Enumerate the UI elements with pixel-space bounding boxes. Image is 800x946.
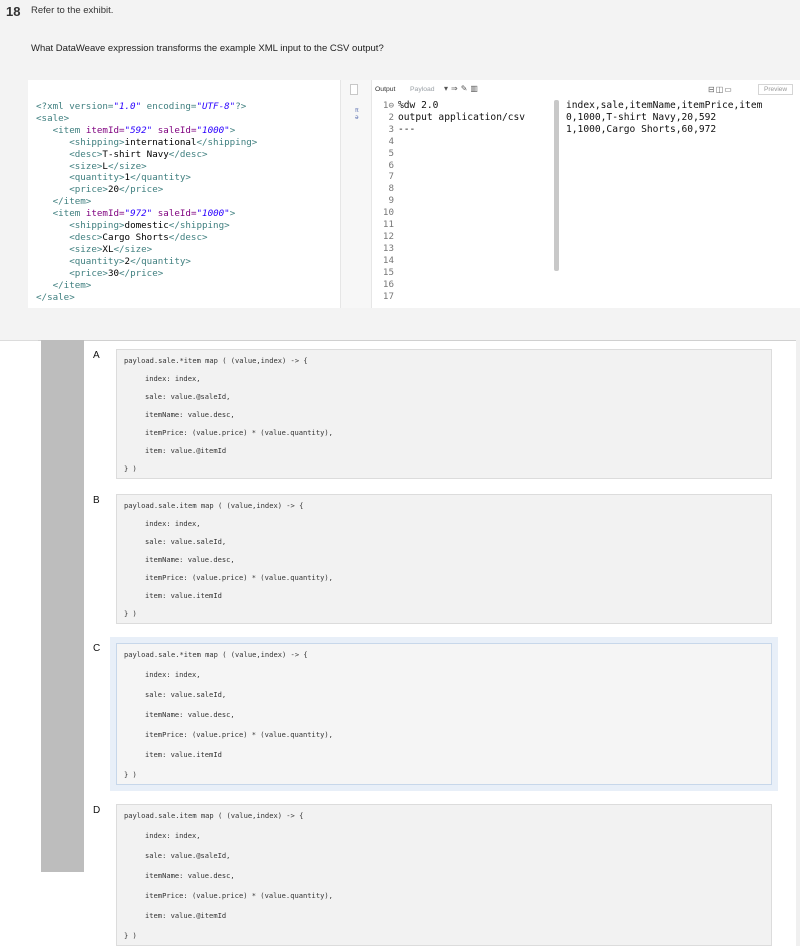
option-code-line: } ) — [124, 770, 137, 779]
preview-button[interactable]: Preview — [758, 84, 794, 95]
line-numbers: 1⊖ 2 3 4 5 6 7 8 9 10 11 12 13 14 15 16 … — [382, 100, 394, 302]
option-code-line: payload.sale.*item map ( (value,index) -… — [124, 356, 308, 365]
option-code-line: item: value.itemId — [145, 591, 222, 600]
option-code-line: itemPrice: (value.price) * (value.quanti… — [145, 573, 333, 582]
option-c-code-box[interactable]: payload.sale.*item map ( (value,index) -… — [116, 643, 772, 785]
option-code-line: sale: value.@saleId, — [145, 851, 231, 860]
option-b-code-box[interactable]: payload.sale.item map ( (value,index) ->… — [116, 494, 772, 624]
option-code-line: index: index, — [145, 519, 201, 528]
option-letter-b[interactable]: B — [93, 495, 100, 506]
answer-options: Apayload.sale.*item map ( (value,index) … — [38, 340, 800, 946]
question-refer-text: Refer to the exhibit. — [31, 5, 114, 16]
layout-columns-icon[interactable]: ◫ — [716, 85, 725, 94]
option-code-line: item: value.itemId — [145, 750, 222, 759]
option-code-line: itemName: value.desc, — [145, 555, 235, 564]
option-code-line: payload.sale.item map ( (value,index) ->… — [124, 811, 304, 820]
option-code-line: } ) — [124, 931, 137, 940]
option-code-line: itemPrice: (value.price) * (value.quanti… — [145, 730, 333, 739]
pane-toggle-icon[interactable] — [350, 84, 358, 95]
trash-icon[interactable]: ▥ — [470, 84, 481, 93]
option-letter-a[interactable]: A — [93, 350, 100, 361]
question-number: 18 — [6, 4, 21, 19]
option-code-line: payload.sale.item map ( (value,index) ->… — [124, 501, 304, 510]
payload-tab[interactable]: Payload — [410, 86, 435, 93]
option-letter-d[interactable]: D — [93, 805, 100, 816]
option-code-line: sale: value.@saleId, — [145, 392, 231, 401]
pi-marker-icon: πə — [355, 107, 359, 121]
dropdown-arrow-icon[interactable]: ▾ — [444, 84, 451, 93]
editor-header: Output Payload ▾⇒✎▥ ⊟◫▭ Preview — [370, 82, 800, 98]
dataweave-code[interactable]: %dw 2.0 output application/csv --- — [398, 100, 525, 136]
option-code-line: itemName: value.desc, — [145, 710, 235, 719]
option-code-line: itemPrice: (value.price) * (value.quanti… — [145, 891, 333, 900]
option-code-line: payload.sale.*item map ( (value,index) -… — [124, 650, 308, 659]
option-code-line: item: value.@itemId — [145, 446, 227, 455]
option-code-line: index: index, — [145, 670, 201, 679]
option-code-line: } ) — [124, 609, 137, 618]
option-code-line: item: value.@itemId — [145, 911, 227, 920]
exhibit: <?xml version="1.0" encoding="UTF-8"?> <… — [28, 80, 800, 308]
option-code-line: sale: value.saleId, — [145, 537, 227, 546]
layout-single-icon[interactable]: ▭ — [724, 85, 733, 94]
question-panel: 18 Refer to the exhibit. What DataWeave … — [0, 0, 800, 341]
option-code-line: } ) — [124, 464, 137, 473]
option-code-line: index: index, — [145, 831, 201, 840]
layout-split-icon[interactable]: ⊟ — [708, 85, 716, 94]
option-code-line: itemName: value.desc, — [145, 871, 235, 880]
options-side-bar — [41, 340, 84, 872]
xml-input-pane: <?xml version="1.0" encoding="UTF-8"?> <… — [28, 80, 340, 308]
option-a-code-box[interactable]: payload.sale.*item map ( (value,index) -… — [116, 349, 772, 479]
output-scrollbar[interactable] — [554, 100, 559, 271]
option-letter-c[interactable]: C — [93, 643, 100, 654]
option-code-line: itemName: value.desc, — [145, 410, 235, 419]
xml-input-code: <?xml version="1.0" encoding="UTF-8"?> <… — [36, 101, 258, 303]
option-code-line: index: index, — [145, 374, 201, 383]
csv-output: index,sale,itemName,itemPrice,item 0,100… — [566, 100, 763, 135]
option-code-line: sale: value.saleId, — [145, 690, 227, 699]
pencil-icon[interactable]: ✎ — [461, 84, 471, 93]
question-text: What DataWeave expression transforms the… — [31, 43, 384, 54]
output-tab[interactable]: Output — [375, 86, 395, 93]
arrow-right-icon[interactable]: ⇒ — [451, 84, 461, 93]
line-number-gutter: 1⊖ 2 3 4 5 6 7 8 9 10 11 12 13 14 15 16 … — [370, 100, 396, 308]
option-d-code-box[interactable]: payload.sale.item map ( (value,index) ->… — [116, 804, 772, 946]
option-code-line: itemPrice: (value.price) * (value.quanti… — [145, 428, 333, 437]
